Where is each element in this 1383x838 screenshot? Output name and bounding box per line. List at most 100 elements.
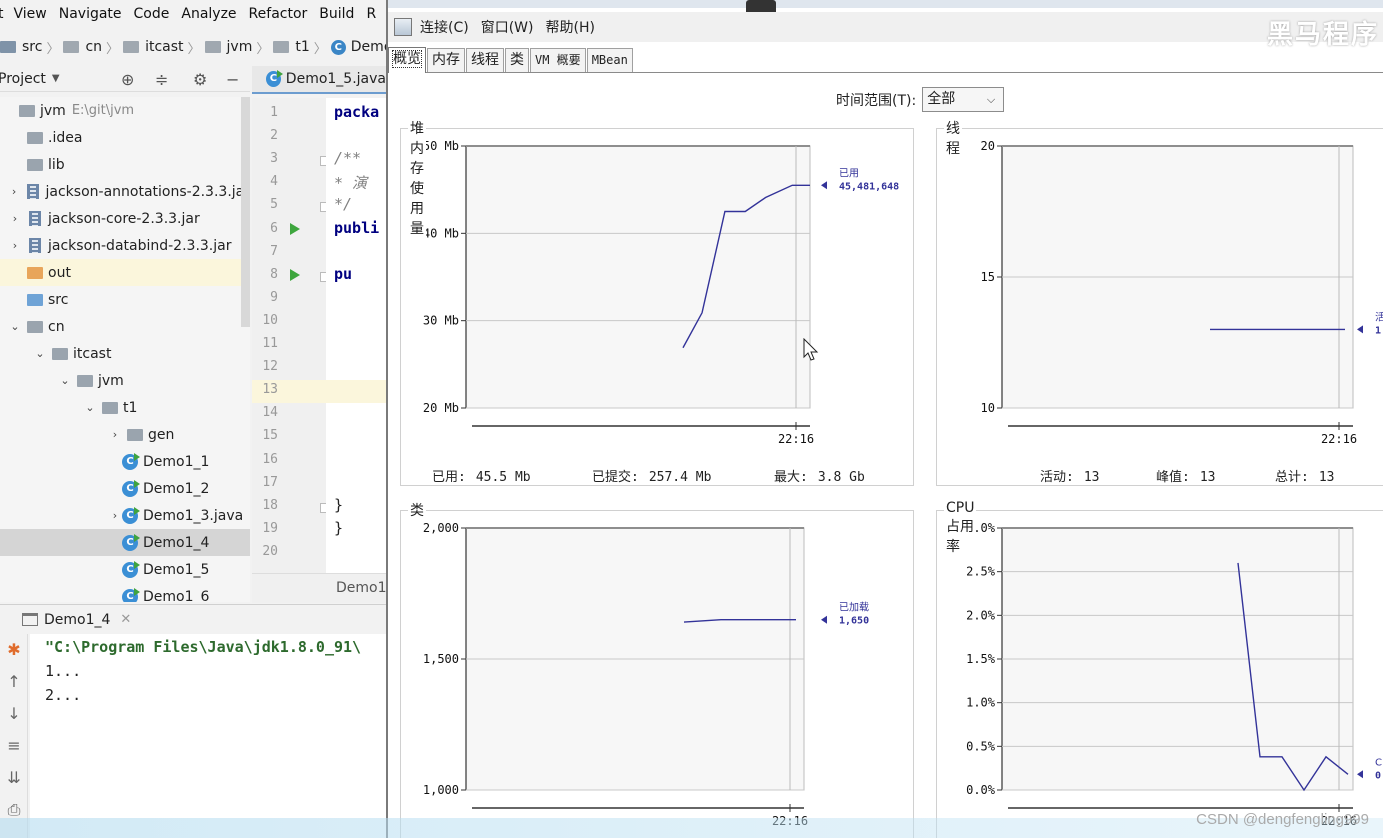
bug-icon[interactable]: ✱: [4, 640, 24, 659]
folder-icon: [52, 347, 68, 360]
tree-item-label: cn: [48, 318, 65, 335]
menu-item[interactable]: 窗口(W): [481, 17, 534, 37]
tree-item[interactable]: lib: [0, 151, 250, 178]
minimize-icon[interactable]: −: [226, 70, 239, 89]
print-icon[interactable]: ⎙: [4, 800, 24, 820]
menu-item[interactable]: t: [0, 6, 4, 22]
legend-label: 活: [1375, 311, 1383, 323]
tab-4[interactable]: VM 概要: [530, 48, 586, 72]
menu-item[interactable]: View: [14, 6, 47, 22]
expand-arrow-icon[interactable]: ›: [8, 185, 20, 198]
tree-item[interactable]: C Demo1_2: [0, 475, 250, 502]
tree-item[interactable]: › jackson-core-2.3.3.jar: [0, 205, 250, 232]
expand-arrow-icon[interactable]: ›: [8, 212, 22, 225]
arrow-down-icon[interactable]: ↓: [4, 704, 24, 723]
run-gutter-icon[interactable]: [290, 268, 300, 281]
expand-arrow-icon[interactable]: ⌄: [8, 320, 22, 333]
tree-item[interactable]: ⌄ jvm: [0, 367, 250, 394]
run-gutter-icon[interactable]: [290, 222, 300, 235]
expand-arrow-icon[interactable]: ›: [8, 239, 22, 252]
console-output[interactable]: "C:\Program Files\Java\jdk1.8.0_91\ 1... 2…: [30, 634, 386, 838]
tab-label: MBean: [591, 53, 628, 67]
tab-1[interactable]: 内存: [427, 48, 465, 72]
scroll-to-end-icon[interactable]: ⇊: [4, 768, 24, 787]
tree-item[interactable]: C Demo1_6: [0, 583, 250, 602]
tab-3[interactable]: 类: [505, 48, 529, 72]
tree-item[interactable]: ⌄ t1: [0, 394, 250, 421]
tree-item[interactable]: C Demo1_4: [0, 529, 250, 556]
tree-item-label: Demo1_4: [143, 534, 210, 551]
arrow-up-icon[interactable]: ↑: [4, 672, 24, 691]
tree-item[interactable]: out: [0, 259, 250, 286]
tree-item[interactable]: › jackson-databind-2.3.3.jar: [0, 232, 250, 259]
editor-tab[interactable]: C Demo1_5.java: [252, 66, 386, 94]
collapse-all-icon[interactable]: ≑: [155, 70, 168, 89]
tree-item[interactable]: › gen: [0, 421, 250, 448]
menu-item[interactable]: 连接(C): [420, 17, 469, 37]
breadcrumb-label: cn: [85, 39, 103, 55]
project-view-selector[interactable]: Project: [0, 71, 46, 87]
soft-wrap-icon[interactable]: ≡: [4, 736, 24, 755]
time-range-select[interactable]: 全部 ⌵: [922, 87, 1005, 112]
breadcrumb-item[interactable]: CDemo1_: [330, 39, 386, 55]
run-tool-tab-bar: Demo1_4 ✕: [0, 604, 386, 634]
tree-item[interactable]: C Demo1_1: [0, 448, 250, 475]
expand-arrow-icon[interactable]: ⌄: [58, 374, 72, 387]
breadcrumb-item[interactable]: src 〉: [0, 38, 59, 57]
current-line-highlight: [326, 380, 386, 403]
tab-5[interactable]: MBean: [586, 48, 633, 72]
project-scrollbar[interactable]: [241, 97, 250, 327]
menu-item[interactable]: R: [366, 6, 376, 22]
chevron-right-icon: 〉: [46, 41, 60, 57]
legend-label: 已用: [839, 168, 859, 179]
y-tick-label: 40 Mb: [423, 226, 459, 240]
folder-icon: [273, 41, 290, 53]
tree-item[interactable]: C Demo1_5: [0, 556, 250, 583]
breadcrumb-item[interactable]: itcast 〉: [123, 38, 201, 57]
legend-value: 0: [1375, 770, 1381, 781]
breadcrumb-item[interactable]: cn 〉: [63, 38, 119, 57]
tree-item[interactable]: .idea: [0, 124, 250, 151]
chevron-down-icon[interactable]: ▼: [52, 73, 60, 84]
run-tab[interactable]: Demo1_4 ✕: [22, 612, 131, 628]
expand-arrow-icon[interactable]: ⌄: [33, 347, 47, 360]
y-tick-label: 15: [981, 270, 995, 284]
menu-item[interactable]: Code: [134, 6, 170, 22]
tree-item[interactable]: ⌄ cn: [0, 313, 250, 340]
locate-icon[interactable]: ⊕: [121, 70, 134, 89]
close-icon[interactable]: ✕: [120, 612, 131, 627]
stat-label: 已提交:: [592, 470, 639, 485]
tree-item[interactable]: jvm E:\git\jvm: [0, 97, 250, 124]
code-line: publi: [334, 218, 380, 237]
tab-0[interactable]: 概览: [388, 47, 426, 73]
tree-item[interactable]: › jackson-annotations-2.3.3.jar: [0, 178, 250, 205]
tree-item[interactable]: ⌄ itcast: [0, 340, 250, 367]
code-editor[interactable]: packa /** * 演 */ publi pu }}: [326, 98, 386, 573]
gear-icon[interactable]: ⚙: [193, 70, 207, 89]
menu-item[interactable]: Analyze: [181, 6, 236, 22]
tree-item[interactable]: src: [0, 286, 250, 313]
tree-item-label: out: [48, 264, 71, 281]
chevron-right-icon: 〉: [256, 41, 270, 57]
tree-item-label: gen: [148, 426, 175, 443]
expand-arrow-icon[interactable]: ›: [108, 509, 122, 522]
expand-arrow-icon[interactable]: ›: [108, 428, 122, 441]
menu-item[interactable]: Build: [319, 6, 354, 22]
tab-2[interactable]: 线程: [466, 48, 504, 72]
tree-item[interactable]: › C Demo1_3.java: [0, 502, 250, 529]
menu-item[interactable]: Refactor: [249, 6, 308, 22]
line-number: 20: [262, 543, 278, 559]
breadcrumb-item[interactable]: jvm 〉: [204, 38, 270, 57]
code-line: }: [334, 518, 344, 537]
plot-area: [465, 145, 811, 409]
watermark: CSDN @dengfengling999: [1196, 811, 1369, 828]
menu-item[interactable]: Navigate: [59, 6, 122, 22]
jconsole-titlebar: [388, 0, 1383, 8]
breadcrumb-item[interactable]: t1 〉: [273, 38, 327, 57]
expand-arrow-icon[interactable]: ⌄: [83, 401, 97, 414]
menu-item[interactable]: 帮助(H): [545, 17, 594, 37]
line-number: 6: [270, 220, 278, 236]
threads-chart: 20 15 10 22:16 活 1: [981, 139, 1383, 446]
y-tick-label: 30 Mb: [423, 314, 459, 328]
folder-icon: [63, 41, 80, 53]
